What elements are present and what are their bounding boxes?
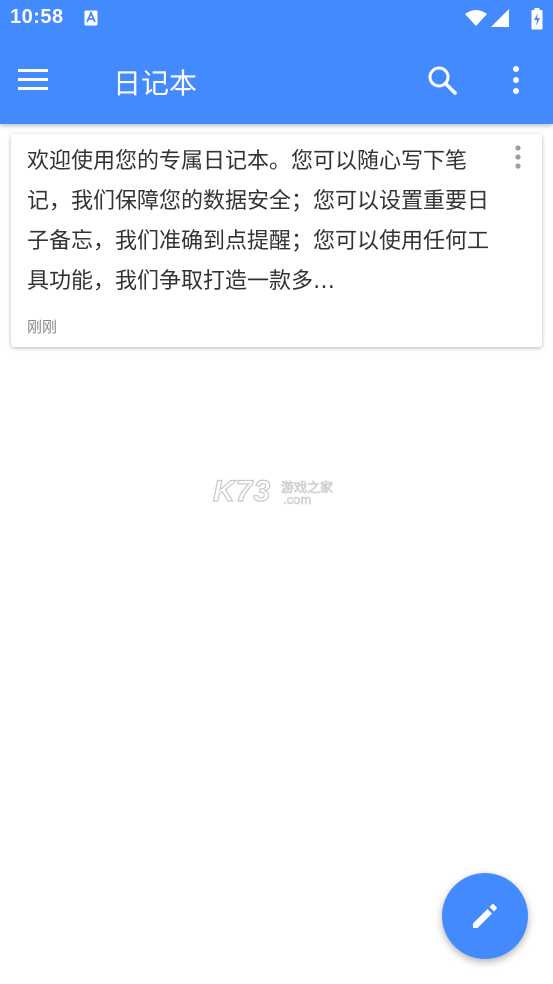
more-vertical-icon (513, 66, 519, 94)
edit-pencil-icon (473, 904, 497, 928)
wifi-icon (465, 9, 487, 31)
page-title: 日记本 (113, 67, 198, 100)
new-note-fab[interactable] (442, 873, 528, 959)
note-card[interactable]: 欢迎使用您的专属日记本。您可以随心写下笔记，我们保障您的数据安全；您可以设置重要… (11, 134, 542, 347)
note-more-button[interactable] (507, 142, 529, 174)
signal-icon (491, 9, 509, 31)
app-bar: 日记本 (0, 38, 553, 124)
note-timestamp: 刚刚 (27, 318, 58, 336)
hamburger-menu-icon (18, 69, 48, 90)
status-bar: 10:58 (0, 0, 553, 38)
diary-screen: 10:58 日记本 欢迎使用您的专属日记本。您可以随心写下笔记，我们保障您的数据… (0, 0, 553, 984)
more-options-button[interactable] (500, 58, 532, 102)
menu-button[interactable] (18, 60, 66, 100)
note-preview-text: 欢迎使用您的专属日记本。您可以随心写下笔记，我们保障您的数据安全；您可以设置重要… (27, 149, 490, 294)
battery-charging-icon (531, 8, 543, 34)
search-button[interactable] (420, 58, 464, 102)
watermark-domain: .com (283, 492, 312, 508)
status-time: 10:58 (10, 6, 64, 28)
watermark-brand: K73 (212, 474, 272, 508)
watermark-logo: K73 游戏之家 .com (212, 474, 343, 511)
search-icon (428, 66, 457, 95)
a-icon (84, 10, 98, 26)
more-vertical-icon (515, 145, 521, 169)
